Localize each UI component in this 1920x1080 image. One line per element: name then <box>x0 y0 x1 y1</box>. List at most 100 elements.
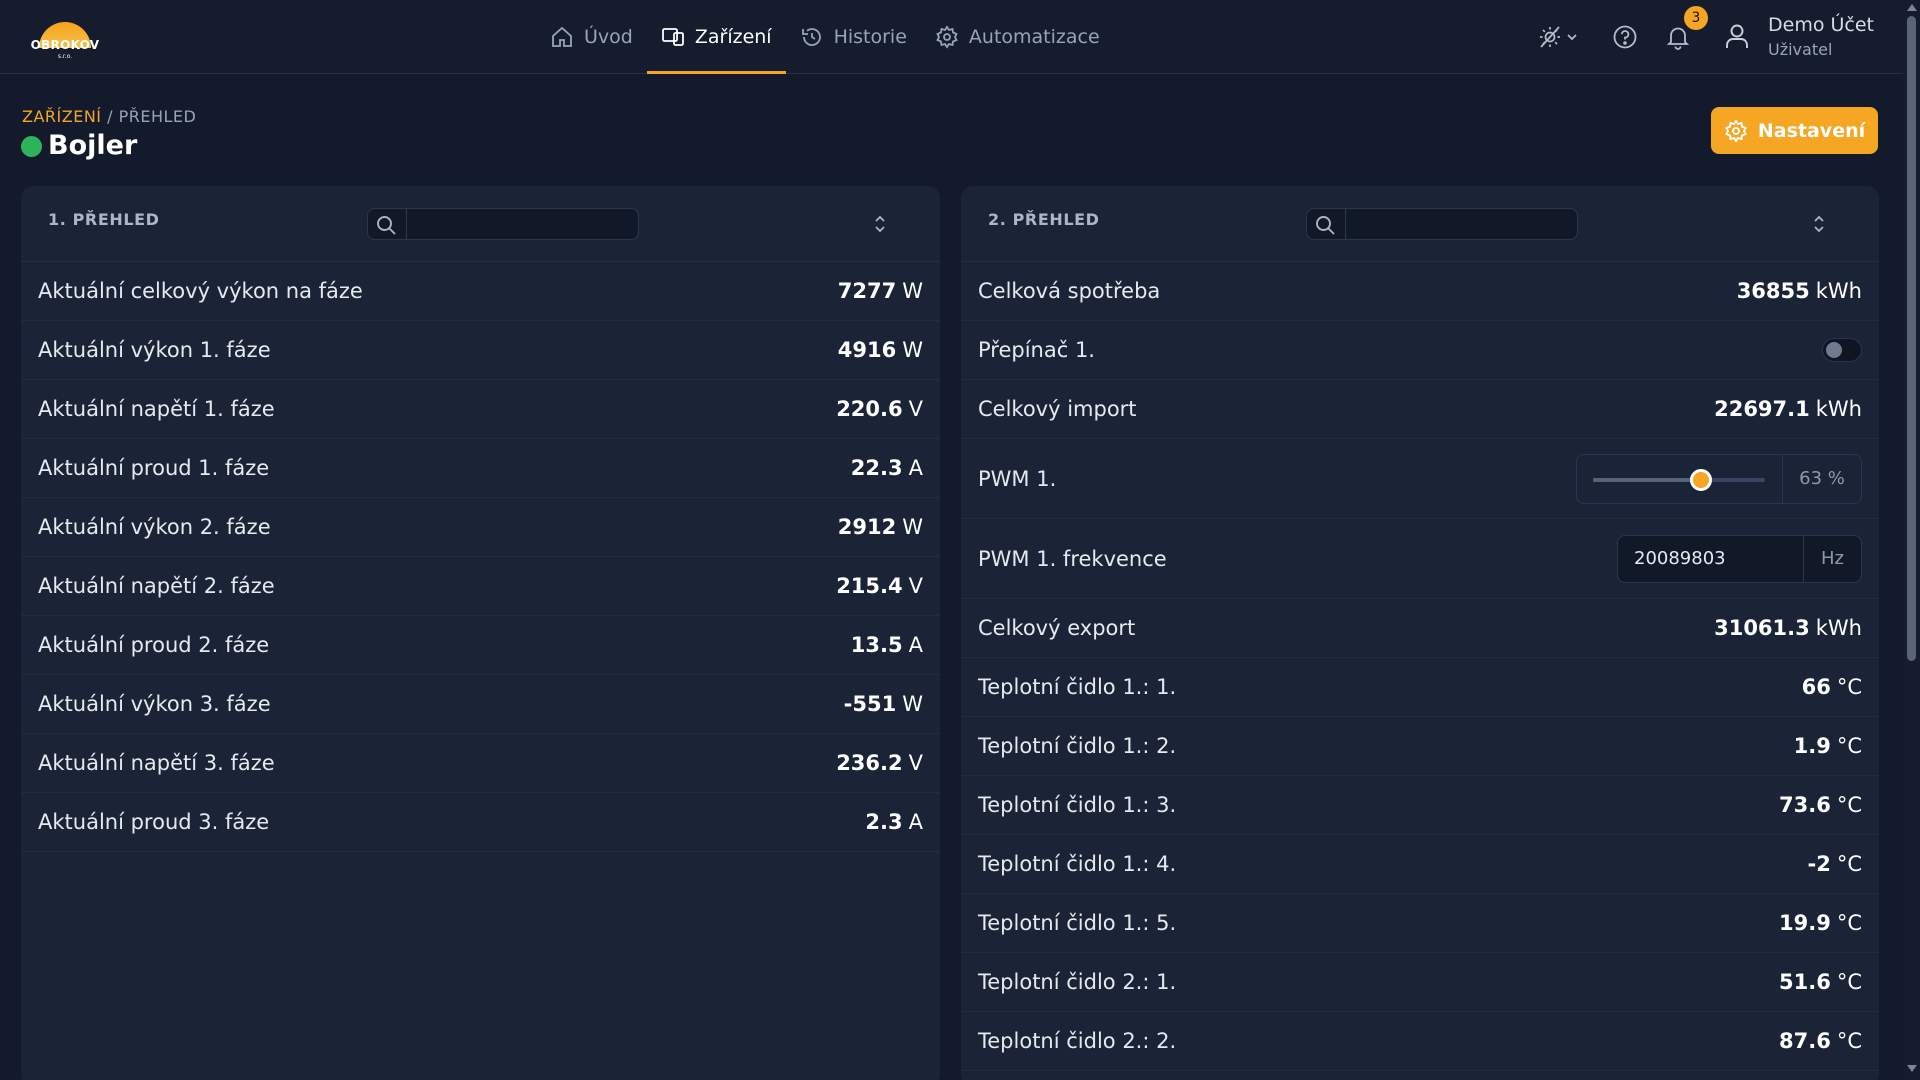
row-value: -2 °C <box>1808 852 1863 876</box>
value-number: 215.4 <box>836 574 903 598</box>
value-number: 73.6 <box>1779 793 1831 817</box>
value-unit: °C <box>1836 970 1862 994</box>
breadcrumb-separator: / <box>101 107 119 126</box>
breadcrumb-link-zarizeni[interactable]: ZAŘÍZENÍ <box>22 107 102 126</box>
value-unit: °C <box>1836 734 1862 758</box>
data-row: PWM 1. 63 % <box>961 439 1879 519</box>
value-number: 31061.3 <box>1714 616 1810 640</box>
data-row: Celkový import 22697.1 kWh <box>961 380 1879 439</box>
value-number: 19.9 <box>1779 911 1831 935</box>
search-divider <box>406 209 407 239</box>
settings-button-label: Nastavení <box>1757 119 1866 142</box>
row-label: Celková spotřeba <box>978 279 1161 303</box>
scroll-down-arrow-icon[interactable] <box>1907 1065 1917 1072</box>
data-row: PWM 1. frekvence Hz <box>961 519 1879 599</box>
data-row: Aktuální proud 3. fáze 2.3 A <box>21 793 940 852</box>
data-row: Aktuální proud 1. fáze 22.3 A <box>21 439 940 498</box>
data-row: Teplotní čidlo 1.: 1. 66 °C <box>961 658 1879 717</box>
nav-item-zarizeni[interactable]: Zařízení <box>646 0 786 74</box>
value-unit: °C <box>1836 852 1862 876</box>
panel-overview-2: 2. PŘEHLED Celková spotřeba 36855 kWh Přepí… <box>961 186 1879 1080</box>
search-input[interactable] <box>1349 211 1571 237</box>
frequency-input-group: Hz <box>1617 534 1862 583</box>
pwm-slider-group: 63 % <box>1576 453 1862 504</box>
nav-item-automatizace[interactable]: Automatizace <box>921 0 1114 74</box>
value-number: 7277 <box>837 279 897 303</box>
value-number: 1.9 <box>1793 734 1831 758</box>
value-number: -551 <box>843 692 897 716</box>
data-row: Teplotní čidlo 1.: 3. 73.6 °C <box>961 776 1879 835</box>
row-label: Teplotní čidlo 2.: 1. <box>978 970 1177 994</box>
frequency-input[interactable] <box>1618 535 1804 582</box>
value-unit: kWh <box>1815 397 1862 421</box>
value-unit: W <box>902 692 923 716</box>
page-title: Bojler <box>48 130 138 161</box>
slider-value-readout: 63 % <box>1782 454 1861 503</box>
slider-thumb[interactable] <box>1690 468 1713 491</box>
help-button[interactable] <box>1612 24 1638 50</box>
nav-label: Automatizace <box>968 26 1100 48</box>
search-icon <box>377 216 396 235</box>
breadcrumb-current: PŘEHLED <box>118 107 197 126</box>
user-role: Uživatel <box>1768 40 1833 59</box>
value-unit: V <box>908 574 923 598</box>
nav-item-uvod[interactable]: Úvod <box>536 0 647 74</box>
sort-icon[interactable] <box>871 213 889 235</box>
nav-label: Úvod <box>584 26 633 48</box>
panel-header: 1. PŘEHLED <box>21 186 940 262</box>
bell-icon <box>1666 27 1690 50</box>
data-row: Teplotní čidlo 1.: 4. -2 °C <box>961 835 1879 894</box>
user-name[interactable]: Demo Účet <box>1768 14 1874 36</box>
sort-icon[interactable] <box>1810 213 1828 235</box>
data-row: Aktuální celkový výkon na fáze 7277 W <box>21 262 940 321</box>
panel-rows: Aktuální celkový výkon na fáze 7277 W Aktuá… <box>21 262 940 852</box>
row-value: 1.9 °C <box>1794 734 1862 758</box>
nav-item-historie[interactable]: Historie <box>786 0 921 74</box>
logo-subtext: s.r.o. <box>57 53 73 60</box>
value-number: -2 <box>1807 852 1831 876</box>
input-unit: Hz <box>1803 535 1861 582</box>
home-icon <box>552 26 572 47</box>
data-row: Aktuální proud 2. fáze 13.5 A <box>21 616 940 675</box>
row-label: Teplotní čidlo 1.: 2. <box>978 734 1177 758</box>
notifications-button[interactable] <box>1665 24 1691 50</box>
row-value: 22697.1 kWh <box>1714 397 1862 421</box>
breadcrumb: ZAŘÍZENÍ / PŘEHLED <box>22 107 196 126</box>
search-icon <box>1316 216 1335 235</box>
data-row: Aktuální výkon 1. fáze 4916 W <box>21 321 940 380</box>
scroll-thumb[interactable] <box>1907 16 1916 661</box>
row-label: Aktuální napětí 1. fáze <box>38 397 275 421</box>
row-label: Aktuální proud 3. fáze <box>38 810 270 834</box>
user-avatar[interactable] <box>1722 21 1752 51</box>
page-scrollbar[interactable] <box>1903 0 1920 1080</box>
value-number: 51.6 <box>1779 970 1831 994</box>
panel-search <box>1306 208 1578 240</box>
row-value: 215.4 V <box>836 574 923 598</box>
row-value: 87.6 °C <box>1779 1029 1862 1053</box>
panel-rows: Celková spotřeba 36855 kWh Přepínač 1. Celko… <box>961 262 1879 1071</box>
row-value: 51.6 °C <box>1779 970 1862 994</box>
notification-count-badge: 3 <box>1684 6 1708 30</box>
logo-text: OBROKOV <box>30 38 100 52</box>
data-row: Aktuální napětí 1. fáze 220.6 V <box>21 380 940 439</box>
nav-label: Zařízení <box>694 26 772 48</box>
panel-overview-1: 1. PŘEHLED Aktuální celkový výkon na fáz… <box>21 186 940 1080</box>
row-label: Teplotní čidlo 1.: 3. <box>978 793 1177 817</box>
switch-toggle[interactable] <box>1822 338 1862 362</box>
row-value: 13.5 A <box>851 633 923 657</box>
row-label: Teplotní čidlo 1.: 1. <box>978 675 1177 699</box>
row-label: Aktuální proud 1. fáze <box>38 456 270 480</box>
company-logo[interactable]: OBROKOV s.r.o. <box>26 12 104 64</box>
row-value: 2.3 A <box>865 810 923 834</box>
data-row: Celkový export 31061.3 kWh <box>961 599 1879 658</box>
slider-track[interactable] <box>1593 477 1765 482</box>
value-number: 4916 <box>837 338 897 362</box>
row-value: 4916 W <box>838 338 923 362</box>
row-value: 2912 W <box>838 515 923 539</box>
nav-label: Historie <box>833 26 907 48</box>
value-unit: A <box>908 633 923 657</box>
scroll-up-arrow-icon[interactable] <box>1907 4 1917 11</box>
settings-button[interactable]: Nastavení <box>1711 107 1878 154</box>
search-input[interactable] <box>410 211 632 237</box>
theme-switcher[interactable] <box>1538 24 1580 50</box>
